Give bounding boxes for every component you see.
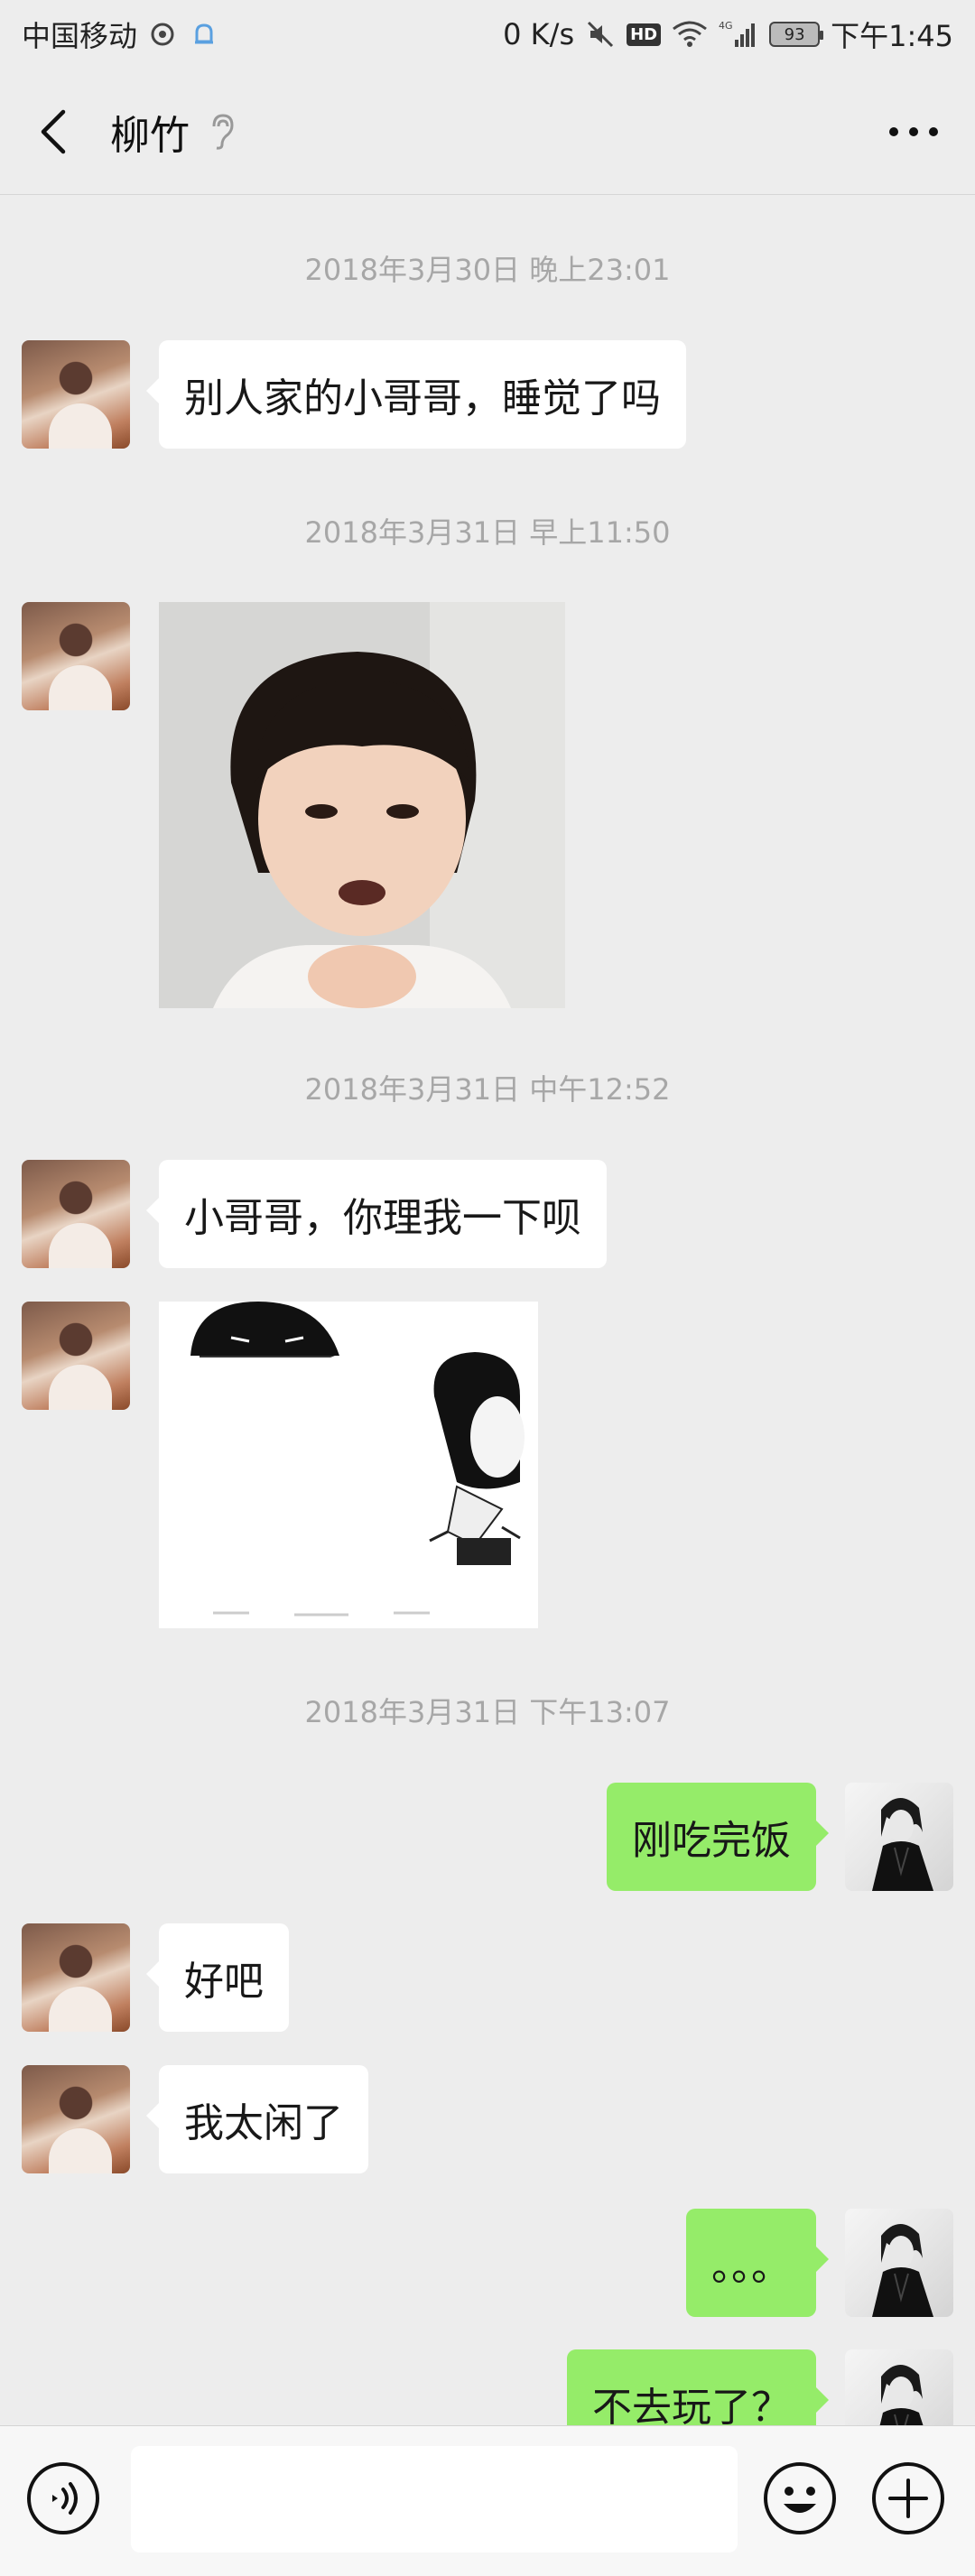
more-button[interactable] [878,103,950,161]
boy-illustration [872,1797,933,1891]
sync-icon [148,20,177,49]
emoji-button[interactable] [762,2460,838,2536]
chat-title: 柳竹 [110,112,190,159]
message-bubble[interactable]: 我太闲了 [146,2065,368,2173]
plus-icon [872,2462,944,2534]
my-avatar[interactable] [845,2349,953,2425]
back-button[interactable] [25,103,83,161]
mute-icon [585,19,616,50]
notification-bell-icon [188,18,220,51]
network-speed: 0 K/s [503,17,575,51]
image-message[interactable] [159,602,565,1008]
message-input[interactable] [131,2446,738,2553]
network-type: 4G [719,20,733,32]
message-list[interactable]: 2018年3月30日 晚上23:01 别人家的小哥哥，睡觉了吗 2018年3月3… [0,196,975,2425]
voice-icon [27,2462,99,2534]
message-bubble[interactable]: 好吧 [146,1923,289,2032]
voice-button[interactable] [25,2460,101,2536]
cellular-signal-icon: 4G [719,20,758,49]
message-bubble[interactable]: 不去玩了？ [567,2349,829,2425]
timestamp: 2018年3月30日 晚上23:01 [304,253,671,287]
my-avatar[interactable] [845,2209,953,2317]
contact-avatar[interactable] [22,1302,130,1410]
message-bubble[interactable]: 刚吃完饭 [607,1783,829,1891]
my-avatar[interactable] [845,1783,953,1891]
message-bubble[interactable]: 。。。 [686,2209,829,2317]
hd-badge: HD [627,23,662,46]
contact-avatar[interactable] [22,2065,130,2173]
timestamp: 2018年3月31日 中午12:52 [304,1072,671,1107]
message-bubble[interactable]: 别人家的小哥哥，睡觉了吗 [146,340,686,449]
battery-level: 93 [784,24,805,44]
sticker-message[interactable] [159,1302,538,1628]
timestamp: 2018年3月31日 下午13:07 [304,1695,671,1729]
ear-icon [206,112,237,152]
contact-avatar[interactable] [22,1923,130,2032]
back-arrow-icon [41,109,66,153]
wifi-icon [672,20,708,49]
emoji-icon [764,2462,836,2534]
battery-icon: 93 [769,22,824,47]
contact-avatar[interactable] [22,1160,130,1268]
carrier-name: 中国移动 [22,19,138,53]
meme-sticker [159,1302,538,1628]
message-bubble[interactable]: 小哥哥，你理我一下呗 [146,1160,607,1268]
input-bar [0,2425,975,2576]
contact-avatar[interactable] [22,602,130,710]
contact-avatar[interactable] [22,340,130,449]
more-icon [889,126,938,136]
boy-illustration [872,2223,933,2317]
clock: 下午1:45 [831,19,953,53]
status-bar: 中国移动 0 K/s HD 4G 93 下午1:45 [0,0,975,69]
child-photo [159,602,565,1008]
boy-illustration [879,2364,924,2425]
plus-button[interactable] [870,2460,946,2536]
chat-header: 柳竹 [0,69,975,195]
timestamp: 2018年3月31日 早上11:50 [304,515,671,550]
